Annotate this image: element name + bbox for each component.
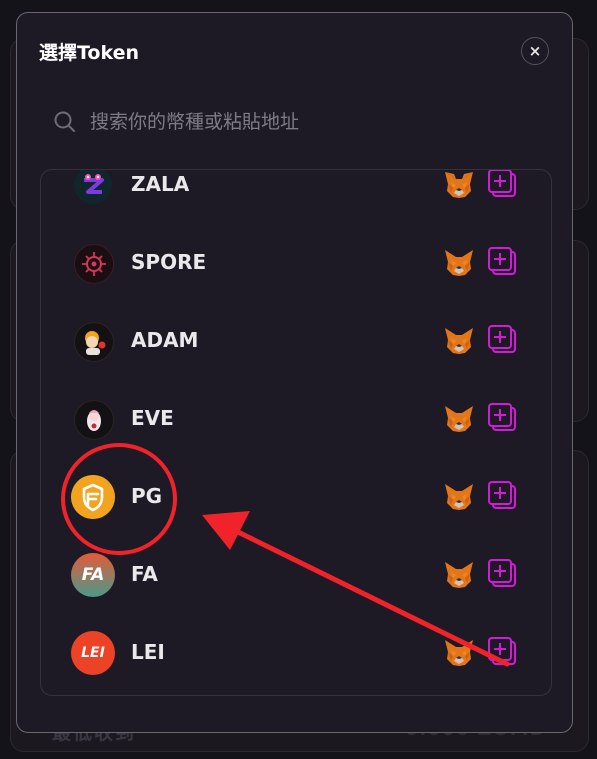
token-symbol: SPORE	[131, 250, 207, 274]
add-token-icon[interactable]	[487, 246, 517, 276]
metamask-fox-icon[interactable]	[443, 247, 475, 279]
token-row-zala[interactable]: ZALA	[41, 169, 551, 215]
metamask-fox-icon[interactable]	[443, 169, 475, 201]
token-row-adam[interactable]: ADAM	[41, 311, 551, 371]
pg-logo-icon	[71, 475, 115, 519]
metamask-fox-icon[interactable]	[443, 481, 475, 513]
lei-logo-icon: LEI	[71, 631, 115, 675]
adam-logo-icon	[74, 322, 114, 362]
zala-logo-icon	[74, 170, 112, 204]
token-symbol: ADAM	[131, 328, 199, 352]
fa-logo-text: FA	[81, 565, 105, 585]
token-symbol: EVE	[131, 406, 174, 430]
add-token-icon[interactable]	[487, 636, 517, 666]
metamask-fox-icon[interactable]	[443, 559, 475, 591]
metamask-fox-icon[interactable]	[443, 325, 475, 357]
add-token-icon[interactable]	[487, 324, 517, 354]
search-row	[53, 105, 533, 139]
token-row-eve[interactable]: EVE	[41, 389, 551, 449]
token-symbol: PG	[131, 484, 163, 508]
select-token-modal: 選擇Token × ZALA	[16, 12, 573, 733]
fa-logo-icon: FA	[71, 553, 115, 597]
metamask-fox-icon[interactable]	[443, 637, 475, 669]
close-button[interactable]: ×	[521, 37, 549, 65]
token-symbol: FA	[131, 562, 158, 586]
token-row-fa[interactable]: FA FA	[41, 545, 551, 605]
lei-logo-text: LEI	[81, 645, 105, 661]
search-icon	[54, 111, 75, 132]
add-token-icon[interactable]	[487, 169, 517, 198]
token-row-lei[interactable]: LEI LEI	[41, 623, 551, 683]
token-list: ZALA SPORE ADAM EVE PG FA FA LEI LEI	[40, 169, 552, 696]
token-row-pg[interactable]: PG	[41, 467, 551, 527]
modal-title: 選擇Token	[39, 42, 140, 64]
add-token-icon[interactable]	[487, 558, 517, 588]
token-row-spore[interactable]: SPORE	[41, 233, 551, 293]
add-token-icon[interactable]	[487, 480, 517, 510]
spore-logo-icon	[74, 244, 114, 284]
metamask-fox-icon[interactable]	[443, 403, 475, 435]
search-input[interactable]	[90, 111, 533, 133]
token-symbol: ZALA	[131, 172, 190, 196]
add-token-icon[interactable]	[487, 402, 517, 432]
eve-logo-icon	[74, 400, 114, 440]
token-symbol: LEI	[131, 640, 165, 664]
